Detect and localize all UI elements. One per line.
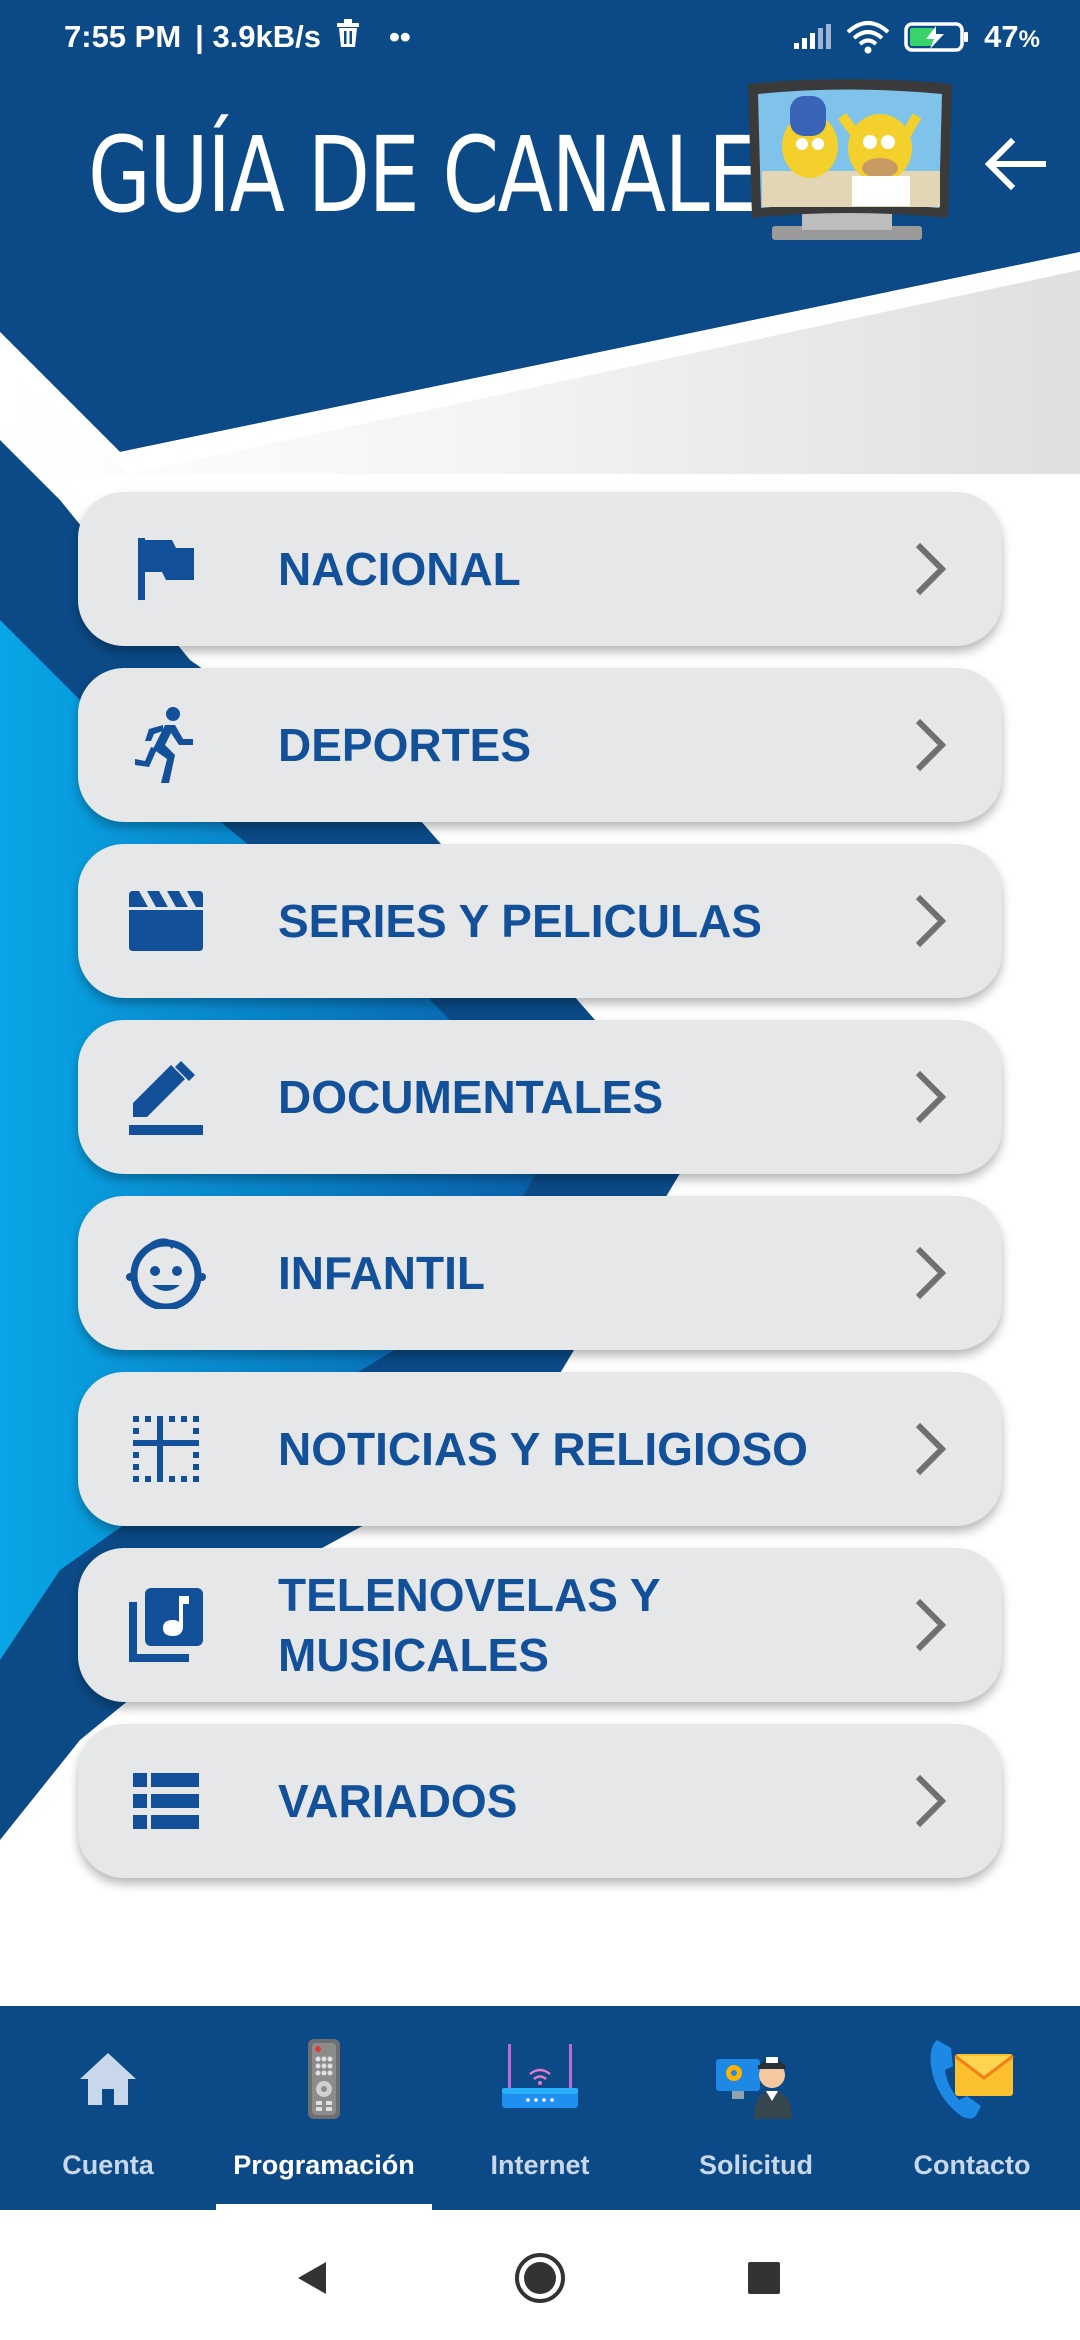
child-face-icon (126, 1233, 206, 1313)
technician-icon (711, 2034, 801, 2124)
system-navigation-bar (0, 2210, 1080, 2340)
arrow-left-icon (984, 137, 1046, 191)
category-label: TELENOVELAS Y MUSICALES (278, 1569, 661, 1681)
nav-label: Programación (233, 2150, 415, 2180)
nav-contacto[interactable]: Contacto (864, 2006, 1080, 2210)
battery-icon (904, 21, 970, 53)
status-time: 7:55 PM (64, 19, 182, 54)
router-icon (495, 2034, 585, 2124)
category-label: SERIES Y PELICULAS (278, 895, 762, 947)
status-bar: 7:55 PM | 3.9kB/s •• 47% (0, 0, 1080, 74)
clapperboard-icon (126, 881, 206, 961)
battery-unit: % (1018, 26, 1040, 53)
nav-solicitud[interactable]: Solicitud (648, 2006, 864, 2210)
category-documentales[interactable]: DOCUMENTALES (78, 1020, 1002, 1174)
category-label: DEPORTES (278, 719, 532, 771)
home-icon (63, 2034, 153, 2124)
nav-label: Contacto (913, 2150, 1031, 2180)
chevron-right-icon (915, 718, 947, 772)
system-back-button[interactable] (282, 2248, 342, 2308)
status-dots: •• (389, 19, 411, 54)
category-deportes[interactable]: DEPORTES (78, 668, 1002, 822)
circle-home-icon (515, 2253, 565, 2303)
battery-level: 47% (984, 19, 1040, 54)
nav-cuenta[interactable]: Cuenta (0, 2006, 216, 2210)
back-button[interactable] (975, 124, 1055, 204)
category-series-peliculas[interactable]: SERIES Y PELICULAS (78, 844, 1002, 998)
category-label: INFANTIL (278, 1247, 485, 1299)
trash-icon (335, 18, 361, 56)
signal-icon (792, 23, 832, 51)
status-network-speed: | 3.9kB/s (195, 19, 322, 54)
border-grid-icon (126, 1409, 206, 1489)
category-nacional[interactable]: NACIONAL (78, 492, 1002, 646)
chevron-right-icon (915, 1422, 947, 1476)
triangle-back-icon (298, 2262, 326, 2294)
category-label: NOTICIAS Y RELIGIOSO (278, 1423, 808, 1475)
nav-internet[interactable]: Internet (432, 2006, 648, 2210)
category-menu: NACIONAL DEPORTES SERIES Y PELICULAS DOC… (78, 492, 1002, 1900)
nav-programacion[interactable]: Programación (216, 2006, 432, 2210)
pencil-icon (126, 1057, 206, 1137)
system-home-button[interactable] (510, 2248, 570, 2308)
flag-icon (126, 529, 206, 609)
square-recents-icon (748, 2262, 780, 2294)
header: GUÍA DE CANALES (0, 74, 1080, 474)
phone-envelope-icon (927, 2034, 1017, 2124)
music-library-icon (126, 1585, 206, 1665)
category-variados[interactable]: VARIADOS (78, 1724, 1002, 1878)
nav-label: Cuenta (62, 2150, 154, 2180)
chevron-right-icon (915, 1246, 947, 1300)
category-label: DOCUMENTALES (278, 1071, 664, 1123)
list-icon (126, 1761, 206, 1841)
system-recents-button[interactable] (734, 2248, 794, 2308)
chevron-right-icon (915, 894, 947, 948)
bottom-navigation: Cuenta Programación Internet Solicitud C… (0, 2006, 1080, 2210)
nav-label: Internet (490, 2150, 590, 2180)
wifi-icon (846, 20, 890, 54)
chevron-right-icon (915, 1598, 947, 1652)
nav-label: Solicitud (699, 2150, 813, 2180)
chevron-right-icon (915, 542, 947, 596)
chevron-right-icon (915, 1070, 947, 1124)
category-telenovelas-musicales[interactable]: TELENOVELAS Y MUSICALES (78, 1548, 1002, 1702)
category-noticias-religioso[interactable]: NOTICIAS Y RELIGIOSO (78, 1372, 1002, 1526)
running-person-icon (126, 705, 206, 785)
tv-cartoon-logo (742, 76, 962, 256)
chevron-right-icon (915, 1774, 947, 1828)
category-infantil[interactable]: INFANTIL (78, 1196, 1002, 1350)
remote-control-icon (279, 2034, 369, 2124)
category-label: NACIONAL (278, 543, 521, 595)
page-title: GUÍA DE CANALES (88, 114, 809, 236)
category-label: VARIADOS (278, 1775, 518, 1827)
